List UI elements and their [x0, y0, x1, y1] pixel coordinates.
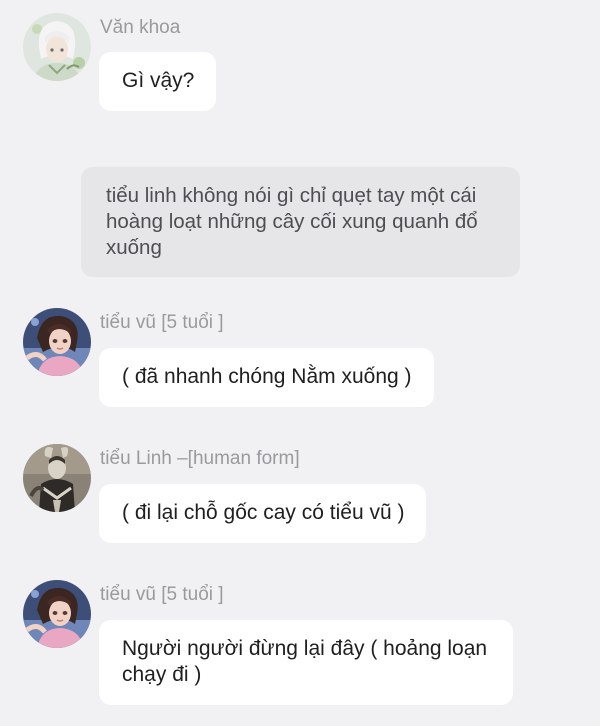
armored-character-icon: [23, 444, 91, 512]
sender-name: Văn khoa: [100, 17, 181, 38]
narration-bubble[interactable]: tiểu linh không nói gì chỉ quẹt tay một …: [81, 167, 520, 277]
girl-character-icon: [23, 580, 91, 648]
avatar[interactable]: [23, 308, 91, 376]
girl-character-icon: [23, 308, 91, 376]
message-bubble[interactable]: Gì vậy?: [99, 52, 217, 111]
message-bubble[interactable]: ( đã nhanh chóng Nằm xuống ): [99, 348, 434, 407]
message-bubble[interactable]: ( đi lại chỗ gốc cay có tiểu vũ ): [99, 484, 427, 543]
avatar[interactable]: [23, 13, 91, 81]
sender-name: tiểu Linh –[human form]: [100, 448, 300, 469]
message-bubble[interactable]: Người người đừng lại đây ( hoảng loạn ch…: [99, 620, 513, 705]
sender-name: tiểu vũ [5 tuổi ]: [100, 584, 224, 605]
white-haired-character-icon: [23, 13, 91, 81]
sender-name: tiểu vũ [5 tuổi ]: [100, 312, 224, 333]
avatar[interactable]: [23, 580, 91, 648]
chat-thread[interactable]: Văn khoa Gì vậy? tiểu linh không nói gì …: [0, 0, 600, 726]
avatar[interactable]: [23, 444, 91, 512]
